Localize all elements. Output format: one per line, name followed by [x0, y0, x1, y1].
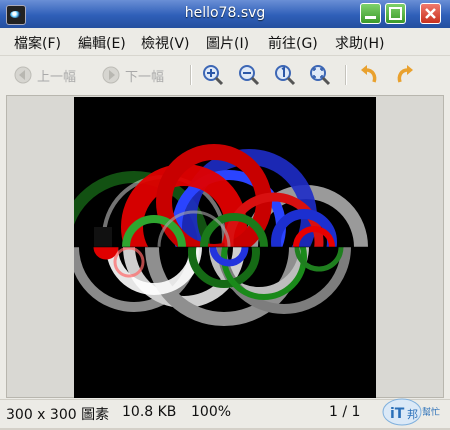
minimize-button[interactable] [360, 3, 381, 24]
menu-go[interactable]: 前往(G) [268, 33, 318, 53]
next-image-label: 下一幅 [125, 69, 165, 85]
next-image-button[interactable]: 下一幅 [102, 64, 164, 86]
ithome-watermark-logo: iT 邦 幫忙 [382, 396, 444, 426]
menu-edit[interactable]: 編輯(E) [78, 33, 126, 53]
zoom-in-icon[interactable] [202, 64, 224, 86]
zoom-fit-icon[interactable] [309, 64, 331, 86]
zoom-level: 100% [191, 404, 232, 420]
menu-help[interactable]: 求助(H) [335, 33, 384, 53]
svg-text:幫忙: 幫忙 [422, 406, 440, 418]
image-viewer-window: hello78.svg 檔案(F) 編輯(E) 檢視(V) 圖片(I) 前往(G… [0, 0, 450, 428]
file-size: 10.8 KB [122, 404, 177, 420]
previous-image-button[interactable]: 上一幅 [14, 64, 76, 86]
menu-view[interactable]: 檢視(V) [141, 33, 190, 53]
arrow-left-icon [14, 66, 32, 84]
svg-artwork [74, 97, 376, 398]
toolbar: 上一幅 下一幅 [0, 56, 450, 94]
svg-text:邦: 邦 [407, 408, 418, 421]
toolbar-separator [345, 65, 347, 85]
zoom-out-icon[interactable] [238, 64, 260, 86]
rotate-right-icon[interactable] [394, 64, 416, 86]
svg-image [74, 97, 376, 398]
menu-bar: 檔案(F) 編輯(E) 檢視(V) 圖片(I) 前往(G) 求助(H) [0, 28, 450, 56]
image-dimensions: 300 x 300 圖素 [6, 407, 110, 423]
watermark-logo-icon: iT 邦 幫忙 [382, 398, 440, 426]
arrow-right-icon [102, 66, 120, 84]
maximize-icon [389, 7, 402, 20]
minimize-icon [365, 16, 376, 19]
close-button[interactable] [420, 3, 441, 24]
toolbar-separator [190, 65, 192, 85]
title-bar[interactable]: hello78.svg [0, 0, 450, 29]
rotate-left-icon[interactable] [358, 64, 380, 86]
maximize-button[interactable] [385, 3, 406, 24]
svg-text:iT: iT [390, 406, 405, 422]
close-icon [425, 8, 436, 19]
zoom-normal-icon[interactable] [274, 64, 296, 86]
image-position: 1 / 1 [329, 404, 361, 420]
previous-image-label: 上一幅 [37, 69, 77, 85]
menu-image[interactable]: 圖片(I) [206, 33, 249, 53]
window-title: hello78.svg [184, 5, 266, 21]
menu-file[interactable]: 檔案(F) [14, 33, 61, 53]
